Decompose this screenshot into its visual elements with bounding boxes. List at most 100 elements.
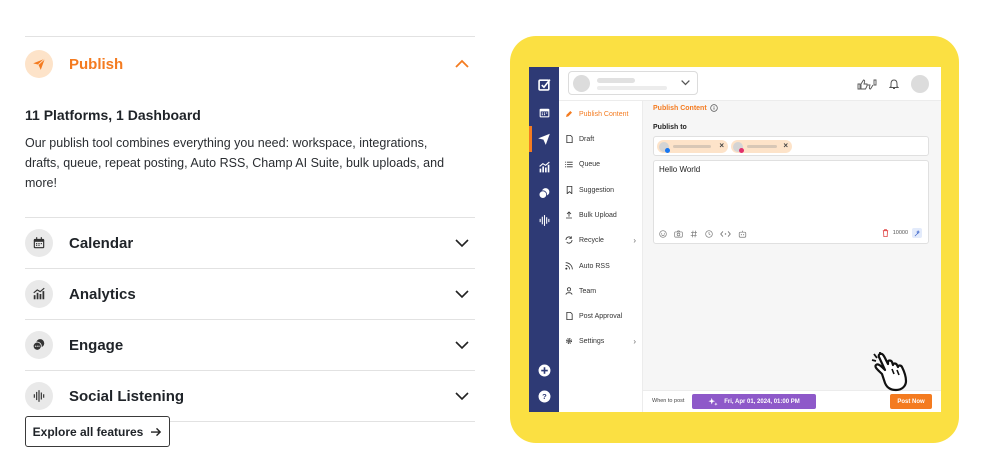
panel-description: Our publish tool combines everything you… <box>25 136 445 190</box>
accordion-header-publish[interactable]: Publish <box>25 37 475 91</box>
menu-item-post-approval[interactable]: Post Approval <box>559 309 643 323</box>
panel-title-text: Publish Content <box>653 104 707 112</box>
chevron-down-icon[interactable] <box>455 391 469 401</box>
menu-label: Suggestion <box>579 186 615 194</box>
explore-label: Explore all features <box>32 424 144 439</box>
accordion-header-engage[interactable]: Engage <box>25 320 475 370</box>
chevron-down-icon[interactable] <box>455 238 469 248</box>
accordion-header-analytics[interactable]: Analytics <box>25 269 475 319</box>
menu-label: Post Approval <box>579 312 623 320</box>
hand-cursor-icon <box>871 352 908 392</box>
bell-icon[interactable] <box>889 78 899 90</box>
code-icon[interactable] <box>720 230 731 238</box>
menu-item-draft[interactable]: Draft <box>559 132 643 146</box>
document-icon <box>565 135 573 143</box>
camera-icon[interactable] <box>674 230 683 238</box>
calendar-icon[interactable] <box>536 104 552 120</box>
logo-icon <box>536 76 552 92</box>
publish-to-label: Publish to <box>653 124 687 131</box>
remove-icon[interactable]: × <box>783 141 788 150</box>
publish-menu: Publish Content Draft Queue Suggestion B… <box>559 101 643 412</box>
sound-wave-icon[interactable] <box>536 212 552 228</box>
document-check-icon <box>565 312 573 320</box>
analytics-icon <box>25 280 53 308</box>
account-name-placeholder <box>673 145 711 148</box>
menu-item-recycle[interactable]: Recycle › <box>559 233 643 247</box>
chevron-down-icon[interactable] <box>455 289 469 299</box>
magic-wand-icon[interactable] <box>912 228 922 238</box>
editor-status: 10000 <box>882 228 922 238</box>
sparkle-icon <box>708 397 718 406</box>
post-text[interactable]: Hello World <box>659 165 700 174</box>
menu-item-team[interactable]: Team <box>559 284 643 298</box>
workspace-detail-placeholder <box>597 86 667 90</box>
chevron-right-icon: › <box>633 235 636 245</box>
clock-icon[interactable] <box>705 230 713 238</box>
hashtag-icon[interactable] <box>690 230 698 238</box>
active-indicator <box>529 126 532 152</box>
character-count: 10000 <box>892 230 908 236</box>
icon-rail: ? <box>529 67 559 412</box>
menu-item-publish-content[interactable]: Publish Content <box>559 107 643 121</box>
info-icon[interactable] <box>709 104 718 112</box>
accordion-title: Calendar <box>69 234 134 252</box>
account-chip-instagram[interactable]: × <box>731 140 792 153</box>
menu-label: Publish Content <box>579 110 629 118</box>
schedule-date-text: Fri, Apr 01, 2024, 01:00 PM <box>724 398 800 405</box>
explore-all-features-button[interactable]: Explore all features <box>25 416 170 447</box>
menu-label: Queue <box>579 160 601 168</box>
workspace-name-placeholder <box>597 78 635 83</box>
pencil-icon <box>565 110 573 118</box>
paper-plane-icon <box>25 50 53 78</box>
menu-label: Team <box>579 287 597 295</box>
recycle-icon <box>565 236 573 244</box>
menu-item-auto-rss[interactable]: Auto RSS <box>559 259 643 273</box>
account-chip-facebook[interactable]: × <box>657 140 728 153</box>
schedule-bar: When to post Fri, Apr 01, 2024, 01:00 PM… <box>643 390 941 412</box>
gear-icon <box>565 337 573 345</box>
chevron-down-icon <box>681 80 690 86</box>
accordion-panel-publish: 11 Platforms, 1 Dashboard Our publish to… <box>25 91 475 217</box>
accordion-header-calendar[interactable]: Calendar <box>25 218 475 268</box>
schedule-date-button[interactable]: Fri, Apr 01, 2024, 01:00 PM <box>692 394 816 409</box>
instagram-icon <box>739 148 744 153</box>
menu-label: Recycle <box>579 236 604 244</box>
accordion-title: Analytics <box>69 285 136 303</box>
post-editor[interactable]: Hello World 10000 <box>653 160 929 244</box>
trash-icon[interactable] <box>882 229 889 237</box>
upload-icon <box>565 211 573 219</box>
sound-wave-icon <box>25 382 53 410</box>
menu-label: Auto RSS <box>579 262 610 270</box>
emoji-icon[interactable] <box>659 230 667 238</box>
add-icon[interactable] <box>536 362 552 378</box>
thumbs-feedback-icon[interactable] <box>857 79 877 90</box>
user-avatar[interactable] <box>911 75 929 93</box>
post-now-button[interactable]: Post Now <box>890 394 932 409</box>
accordion-title: Engage <box>69 336 124 354</box>
menu-item-suggestion[interactable]: Suggestion <box>559 183 643 197</box>
list-icon <box>565 161 573 168</box>
accordion-header-social-listening[interactable]: Social Listening <box>25 371 475 421</box>
menu-item-queue[interactable]: Queue <box>559 157 643 171</box>
calendar-icon <box>25 229 53 257</box>
svg-text:?: ? <box>542 392 547 401</box>
menu-item-settings[interactable]: Settings › <box>559 334 643 348</box>
help-icon[interactable]: ? <box>536 388 552 404</box>
rss-icon <box>565 262 573 270</box>
when-to-post-label: When to post <box>652 398 685 404</box>
accordion-title: Publish <box>69 55 124 73</box>
account-selector[interactable]: × × <box>653 136 929 156</box>
chat-bubbles-icon[interactable] <box>536 185 552 201</box>
menu-label: Bulk Upload <box>579 211 617 219</box>
editor-toolbar <box>659 230 747 238</box>
workspace-avatar <box>573 75 590 92</box>
bookmark-icon <box>565 186 573 194</box>
chevron-down-icon[interactable] <box>455 340 469 350</box>
menu-item-bulk-upload[interactable]: Bulk Upload <box>559 208 643 222</box>
remove-icon[interactable]: × <box>719 141 724 150</box>
robot-icon[interactable] <box>738 230 747 238</box>
analytics-icon[interactable] <box>536 159 552 175</box>
paper-plane-icon[interactable] <box>536 131 552 147</box>
workspace-selector[interactable] <box>568 71 698 95</box>
chevron-up-icon[interactable] <box>455 59 469 69</box>
